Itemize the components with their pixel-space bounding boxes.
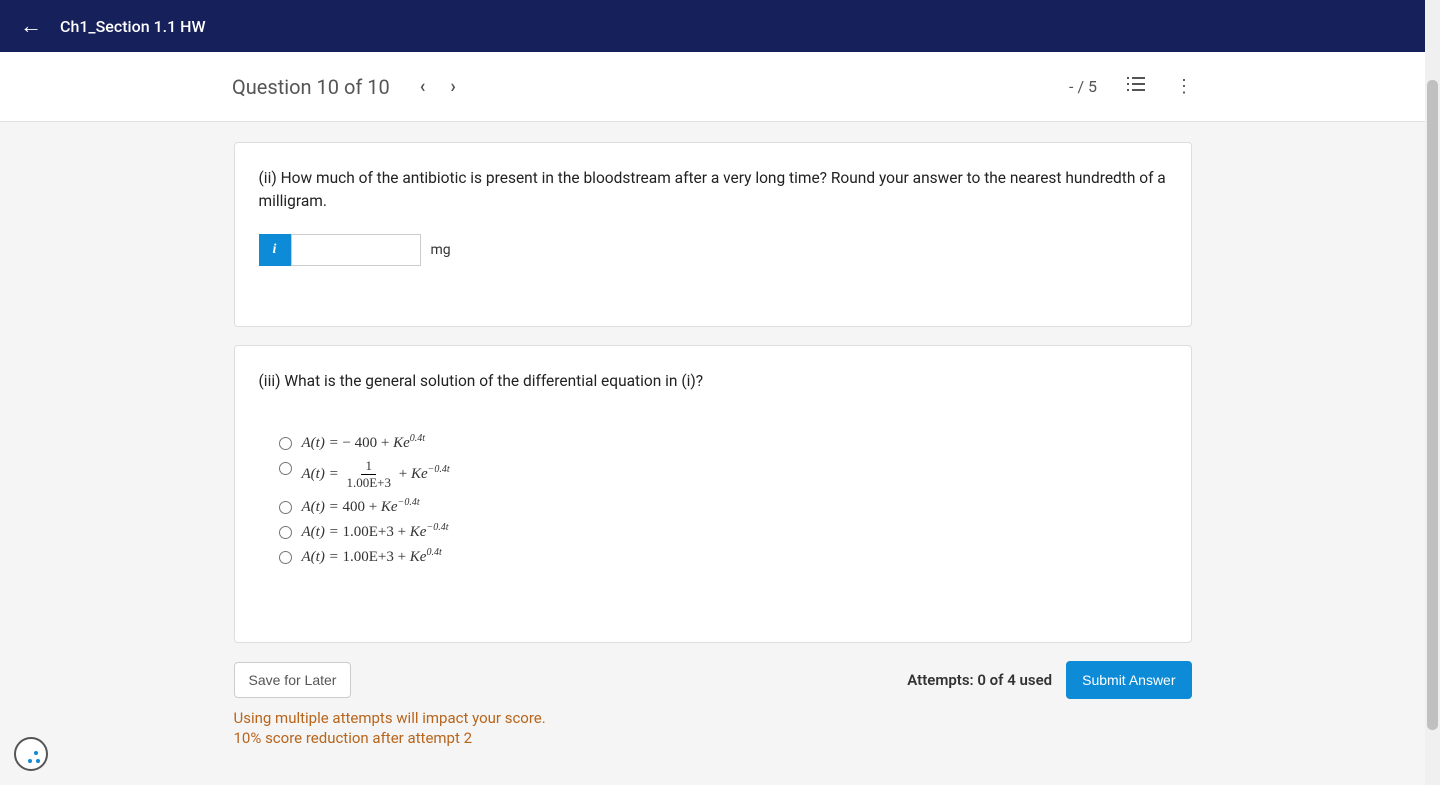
warning-line-1: Using multiple attempts will impact your… [234,709,1192,727]
option-d-math: A(t) = 1.00E+3 + Ke−0.4t [302,522,449,541]
info-button[interactable]: i [259,234,291,266]
scrollbar-track[interactable] [1425,0,1440,785]
assignment-title: Ch1_Section 1.1 HW [60,17,206,36]
option-c-math: A(t) = 400 + Ke−0.4t [302,497,420,516]
question-part-iii-card: (iii) What is the general solution of th… [234,345,1192,643]
question-counter: Question 10 of 10 [232,75,390,99]
question-part-ii-card: (ii) How much of the antibiotic is prese… [234,142,1192,327]
top-bar: ← Ch1_Section 1.1 HW [0,0,1425,52]
option-b-row[interactable]: A(t) = 1 1.00E+3 + Ke−0.4t [279,458,1167,491]
nav-arrows: ‹ › [420,76,456,97]
part-iii-prompt: (iii) What is the general solution of th… [259,370,1167,393]
option-b-radio[interactable] [279,462,292,475]
fraction: 1 1.00E+3 [342,458,395,491]
list-icon[interactable] [1127,76,1145,97]
option-a-math: A(t) = − 400 + Ke0.4t [302,433,426,452]
footer-row: Save for Later Attempts: 0 of 4 used Sub… [234,661,1192,699]
warning-line-2: 10% score reduction after attempt 2 [234,729,1192,747]
option-a-radio[interactable] [279,437,292,450]
content-area: (ii) How much of the antibiotic is prese… [0,122,1425,785]
score-display: - / 5 [1069,77,1097,96]
attempts-counter: Attempts: 0 of 4 used [907,671,1052,689]
option-c-radio[interactable] [279,501,292,514]
option-d-row[interactable]: A(t) = 1.00E+3 + Ke−0.4t [279,522,1167,541]
cookie-settings-icon[interactable] [14,737,48,771]
scrollbar-thumb[interactable] [1427,80,1438,730]
option-e-math: A(t) = 1.00E+3 + Ke0.4t [302,547,442,566]
more-options-icon[interactable]: ⋮ [1175,76,1193,97]
question-nav-bar: Question 10 of 10 ‹ › - / 5 ⋮ [0,52,1425,122]
next-question-icon[interactable]: › [450,76,455,97]
part-ii-prompt: (ii) How much of the antibiotic is prese… [259,167,1167,214]
save-for-later-button[interactable]: Save for Later [234,662,352,698]
option-e-radio[interactable] [279,551,292,564]
option-a-row[interactable]: A(t) = − 400 + Ke0.4t [279,433,1167,452]
answer-input[interactable] [291,234,421,266]
option-d-radio[interactable] [279,526,292,539]
prev-question-icon[interactable]: ‹ [420,76,426,97]
option-c-row[interactable]: A(t) = 400 + Ke−0.4t [279,497,1167,516]
right-controls: - / 5 ⋮ [1069,76,1193,97]
unit-label: mg [431,242,451,258]
option-e-row[interactable]: A(t) = 1.00E+3 + Ke0.4t [279,547,1167,566]
answer-input-row: i mg [259,234,1167,266]
back-arrow-icon[interactable]: ← [20,13,42,39]
submit-answer-button[interactable]: Submit Answer [1066,661,1191,699]
option-b-math: A(t) = 1 1.00E+3 + Ke−0.4t [302,458,450,491]
